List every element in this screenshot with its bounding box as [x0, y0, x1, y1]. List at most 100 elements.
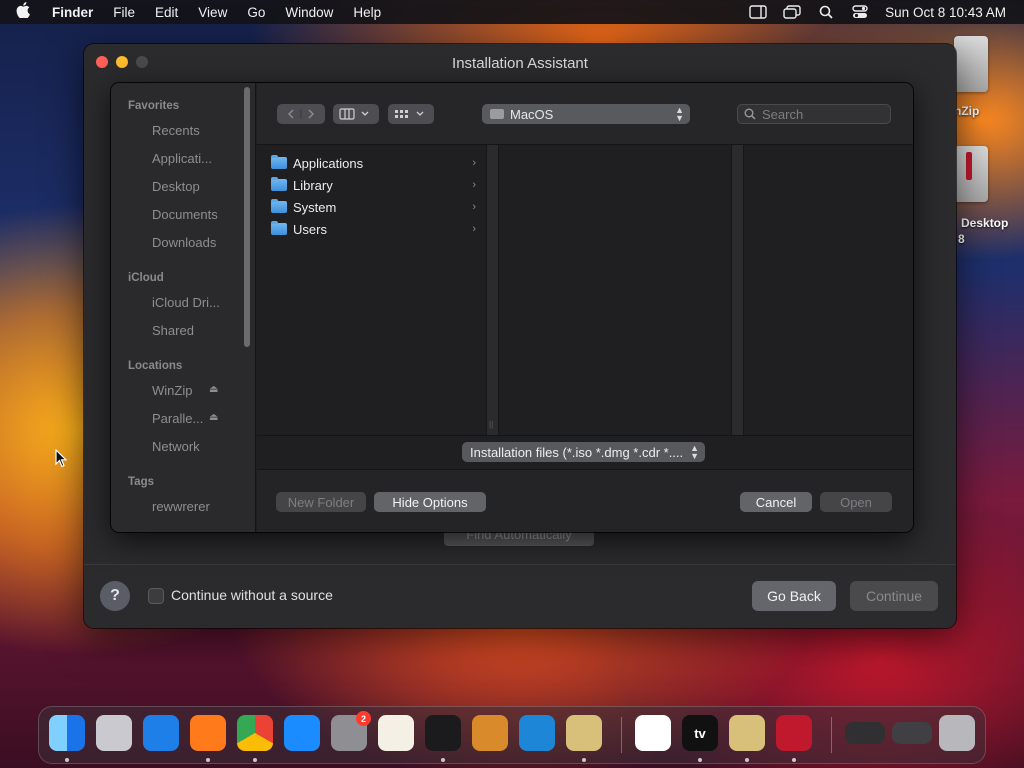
dock: 2 tv [38, 706, 986, 764]
column-view-button[interactable] [333, 104, 379, 124]
continue-without-source-checkbox[interactable] [148, 588, 164, 604]
continue-button[interactable]: Continue [850, 581, 938, 611]
sidebar-item-applicati[interactable]: Applicati... [152, 151, 212, 166]
chevron-right-icon: › [472, 223, 476, 235]
sidebar-item-desktop[interactable]: Desktop [152, 179, 200, 194]
cancel-button[interactable]: Cancel [740, 492, 812, 512]
dock-separator [831, 717, 832, 753]
checkbox-label[interactable]: Continue without a source [171, 587, 333, 603]
apple-tv-icon[interactable]: tv [682, 715, 718, 751]
location-dropdown[interactable]: MacOS ▲ ▼ [482, 104, 690, 124]
sidebar-item-downloads[interactable]: Downloads [152, 235, 216, 250]
running-indicator [65, 758, 69, 762]
location-label: MacOS [510, 106, 554, 122]
firefox-icon[interactable] [190, 715, 226, 751]
finder-icon[interactable] [49, 715, 85, 751]
sidebar-scrollbar[interactable] [244, 87, 250, 347]
sidebar-item-recents[interactable]: Recents [152, 123, 200, 138]
chevron-right-icon: › [472, 157, 476, 169]
search-placeholder: Search [762, 106, 804, 122]
drive-icon [954, 36, 988, 92]
browser-item[interactable]: Users › [271, 219, 476, 239]
new-folder-button[interactable]: New Folder [276, 492, 366, 512]
browser-item[interactable]: Applications › [271, 153, 476, 173]
launchpad-icon[interactable] [96, 715, 132, 751]
vscode-icon[interactable] [519, 715, 555, 751]
sidebar-header-locations: Locations [128, 360, 183, 372]
open-button[interactable]: Open [820, 492, 892, 512]
control-center-icon[interactable] [843, 0, 877, 24]
running-indicator [698, 758, 702, 762]
folder-icon [271, 221, 287, 235]
running-indicator [745, 758, 749, 762]
menu-go[interactable]: Go [237, 5, 275, 20]
sidebar-item-paralle[interactable]: Paralle... [152, 411, 203, 426]
sidebar-header-favorites: Favorites [128, 100, 180, 112]
archive-utility-icon[interactable] [566, 715, 602, 751]
trash-icon[interactable] [939, 715, 975, 751]
dialog-sidebar: Favorites Recents Applicati... Desktop Docum… [111, 83, 256, 532]
dialog-footer: New Folder Hide Options Cancel Open [257, 469, 913, 532]
dialog-toolbar: MacOS ▲ ▼ Search [257, 83, 913, 145]
menu-file[interactable]: File [103, 5, 145, 20]
go-back-button[interactable]: Go Back [752, 581, 836, 611]
sidebar-item-documents[interactable]: Documents [152, 207, 218, 222]
hard-drive-icon [490, 109, 504, 119]
spotlight-search-icon[interactable] [809, 0, 843, 24]
menu-clock[interactable]: Sun Oct 8 10:43 AM [877, 5, 1024, 20]
menu-edit[interactable]: Edit [145, 5, 188, 20]
sidebar-item-shared[interactable]: Shared [152, 323, 194, 338]
browser-item-label: System [293, 199, 337, 215]
app-store-icon[interactable] [284, 715, 320, 751]
sidebar-item-icloud-dri[interactable]: iCloud Dri... [152, 295, 220, 310]
running-indicator [253, 758, 257, 762]
archive-utility-icon-2[interactable] [729, 715, 765, 751]
drive-icon [954, 146, 988, 202]
browser-item-label: Library [293, 177, 333, 193]
search-field[interactable]: Search [737, 104, 891, 124]
search-icon [744, 108, 756, 120]
window-thumbnail-icon-2[interactable] [892, 722, 932, 744]
running-indicator [792, 758, 796, 762]
menu-bar: Finder File Edit View Go Window Help Sun… [0, 0, 1024, 24]
sidebar-item-winzip[interactable]: WinZip [152, 383, 192, 398]
browser-item[interactable]: System › [271, 197, 476, 217]
eject-icon[interactable]: ⏏ [209, 384, 218, 395]
freeform-icon[interactable] [635, 715, 671, 751]
sidebar-toggle-icon[interactable] [741, 0, 775, 24]
garageband-icon[interactable] [472, 715, 508, 751]
menu-window[interactable]: Window [275, 5, 343, 20]
icon-view-button[interactable] [388, 104, 434, 124]
chevron-right-icon: › [472, 201, 476, 213]
hide-options-button[interactable]: Hide Options [374, 492, 486, 512]
running-indicator [582, 758, 586, 762]
menu-app-name[interactable]: Finder [46, 5, 103, 20]
column-divider[interactable]: || [486, 145, 499, 435]
sidebar-item-network[interactable]: Network [152, 439, 200, 454]
file-format-dropdown[interactable]: Installation files (*.iso *.dmg *.cdr *.… [462, 442, 705, 462]
menu-help[interactable]: Help [343, 5, 391, 20]
help-button[interactable]: ? [100, 581, 130, 611]
chrome-icon[interactable] [237, 715, 273, 751]
safari-icon[interactable] [143, 715, 179, 751]
terminal-icon[interactable] [425, 715, 461, 751]
column-divider-2[interactable] [731, 145, 744, 435]
running-indicator [206, 758, 210, 762]
textedit-icon[interactable] [378, 715, 414, 751]
folder-icon [271, 199, 287, 213]
desktop-icon-label: nZip [954, 104, 980, 118]
sidebar-item-rewwrerer[interactable]: rewwrerer [152, 499, 210, 514]
chevron-right-icon: › [472, 179, 476, 191]
browser-item[interactable]: Library › [271, 175, 476, 195]
screen-mirroring-icon[interactable] [775, 0, 809, 24]
menu-view[interactable]: View [188, 5, 237, 20]
apple-menu-icon[interactable] [0, 2, 46, 22]
mouse-cursor-icon [55, 449, 67, 468]
eject-icon[interactable]: ⏏ [209, 412, 218, 423]
folder-icon [271, 177, 287, 191]
dock-separator [621, 717, 622, 753]
back-forward-buttons[interactable] [277, 104, 325, 124]
parallels-icon[interactable] [776, 715, 812, 751]
system-settings-icon[interactable]: 2 [331, 711, 371, 751]
window-thumbnail-icon[interactable] [845, 722, 885, 744]
